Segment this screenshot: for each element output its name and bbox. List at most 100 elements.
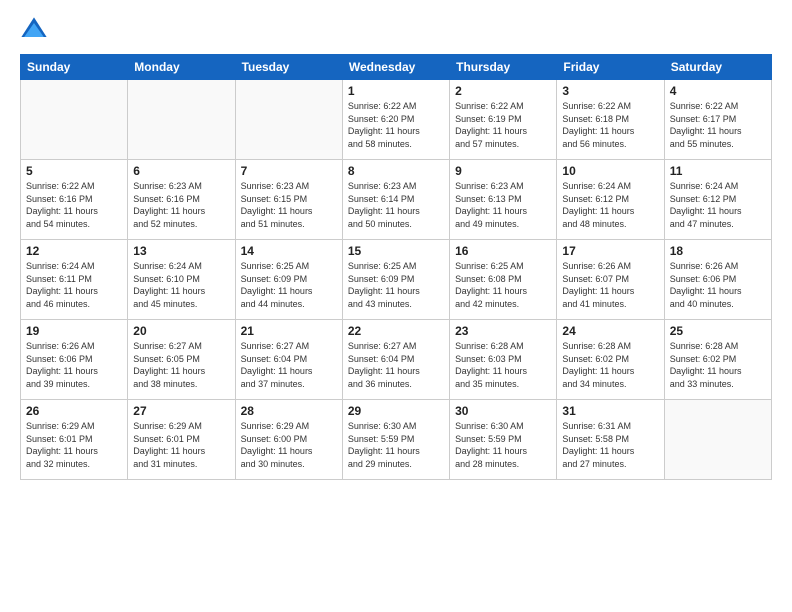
day-number: 11 xyxy=(670,164,766,178)
calendar-header-thursday: Thursday xyxy=(450,55,557,80)
calendar-cell: 1 Sunrise: 6:22 AMSunset: 6:20 PMDaylight… xyxy=(342,80,449,160)
calendar-header-saturday: Saturday xyxy=(664,55,771,80)
day-info: Sunrise: 6:23 AMSunset: 6:13 PMDaylight:… xyxy=(455,180,551,230)
day-info: Sunrise: 6:28 AMSunset: 6:02 PMDaylight:… xyxy=(670,340,766,390)
day-info: Sunrise: 6:25 AMSunset: 6:08 PMDaylight:… xyxy=(455,260,551,310)
day-info: Sunrise: 6:22 AMSunset: 6:17 PMDaylight:… xyxy=(670,100,766,150)
day-number: 15 xyxy=(348,244,444,258)
day-number: 21 xyxy=(241,324,337,338)
calendar-cell: 12Sunrise: 6:24 AMSunset: 6:11 PMDayligh… xyxy=(21,240,128,320)
day-info: Sunrise: 6:29 AMSunset: 6:01 PMDaylight:… xyxy=(26,420,122,470)
calendar-cell: 26 Sunrise: 6:29 AMSunset: 6:01 PMDayligh… xyxy=(21,400,128,480)
day-number: 29 xyxy=(348,404,444,418)
day-info: Sunrise: 6:30 AMSunset: 5:59 PMDaylight:… xyxy=(455,420,551,470)
day-number: 18 xyxy=(670,244,766,258)
day-number: 13 xyxy=(133,244,229,258)
calendar-cell: 3 Sunrise: 6:22 AMSunset: 6:18 PMDaylight… xyxy=(557,80,664,160)
day-number: 8 xyxy=(348,164,444,178)
calendar-week-1: 5 Sunrise: 6:22 AMSunset: 6:16 PMDaylight… xyxy=(21,160,772,240)
logo-icon xyxy=(20,16,48,44)
calendar-cell: 29 Sunrise: 6:30 AMSunset: 5:59 PMDayligh… xyxy=(342,400,449,480)
day-number: 19 xyxy=(26,324,122,338)
calendar-cell: 25 Sunrise: 6:28 AMSunset: 6:02 PMDayligh… xyxy=(664,320,771,400)
day-info: Sunrise: 6:25 AMSunset: 6:09 PMDaylight:… xyxy=(348,260,444,310)
day-info: Sunrise: 6:25 AMSunset: 6:09 PMDaylight:… xyxy=(241,260,337,310)
day-info: Sunrise: 6:28 AMSunset: 6:03 PMDaylight:… xyxy=(455,340,551,390)
calendar-week-2: 12Sunrise: 6:24 AMSunset: 6:11 PMDayligh… xyxy=(21,240,772,320)
calendar-cell xyxy=(21,80,128,160)
calendar-cell: 27 Sunrise: 6:29 AMSunset: 6:01 PMDayligh… xyxy=(128,400,235,480)
day-info: Sunrise: 6:26 AMSunset: 6:06 PMDaylight:… xyxy=(670,260,766,310)
day-number: 2 xyxy=(455,84,551,98)
day-number: 31 xyxy=(562,404,658,418)
calendar-cell: 24 Sunrise: 6:28 AMSunset: 6:02 PMDayligh… xyxy=(557,320,664,400)
page: SundayMondayTuesdayWednesdayThursdayFrid… xyxy=(0,0,792,612)
day-info: Sunrise: 6:27 AMSunset: 6:04 PMDaylight:… xyxy=(348,340,444,390)
calendar-week-4: 26 Sunrise: 6:29 AMSunset: 6:01 PMDayligh… xyxy=(21,400,772,480)
day-info: Sunrise: 6:22 AMSunset: 6:16 PMDaylight:… xyxy=(26,180,122,230)
day-number: 17 xyxy=(562,244,658,258)
calendar-cell: 21 Sunrise: 6:27 AMSunset: 6:04 PMDayligh… xyxy=(235,320,342,400)
day-info: Sunrise: 6:23 AMSunset: 6:15 PMDaylight:… xyxy=(241,180,337,230)
calendar-cell: 11 Sunrise: 6:24 AMSunset: 6:12 PMDayligh… xyxy=(664,160,771,240)
calendar-cell: 2 Sunrise: 6:22 AMSunset: 6:19 PMDaylight… xyxy=(450,80,557,160)
day-number: 20 xyxy=(133,324,229,338)
calendar: SundayMondayTuesdayWednesdayThursdayFrid… xyxy=(20,54,772,480)
day-number: 1 xyxy=(348,84,444,98)
calendar-cell: 5 Sunrise: 6:22 AMSunset: 6:16 PMDaylight… xyxy=(21,160,128,240)
calendar-week-3: 19 Sunrise: 6:26 AMSunset: 6:06 PMDayligh… xyxy=(21,320,772,400)
calendar-cell: 18 Sunrise: 6:26 AMSunset: 6:06 PMDayligh… xyxy=(664,240,771,320)
day-number: 10 xyxy=(562,164,658,178)
day-info: Sunrise: 6:22 AMSunset: 6:18 PMDaylight:… xyxy=(562,100,658,150)
day-info: Sunrise: 6:26 AMSunset: 6:06 PMDaylight:… xyxy=(26,340,122,390)
calendar-cell: 22 Sunrise: 6:27 AMSunset: 6:04 PMDayligh… xyxy=(342,320,449,400)
day-info: Sunrise: 6:24 AMSunset: 6:12 PMDaylight:… xyxy=(670,180,766,230)
day-number: 9 xyxy=(455,164,551,178)
calendar-header-tuesday: Tuesday xyxy=(235,55,342,80)
calendar-cell xyxy=(235,80,342,160)
calendar-cell: 31 Sunrise: 6:31 AMSunset: 5:58 PMDayligh… xyxy=(557,400,664,480)
calendar-cell: 4Sunrise: 6:22 AMSunset: 6:17 PMDaylight… xyxy=(664,80,771,160)
day-number: 7 xyxy=(241,164,337,178)
day-info: Sunrise: 6:31 AMSunset: 5:58 PMDaylight:… xyxy=(562,420,658,470)
day-number: 3 xyxy=(562,84,658,98)
calendar-week-0: 1 Sunrise: 6:22 AMSunset: 6:20 PMDaylight… xyxy=(21,80,772,160)
calendar-cell: 15 Sunrise: 6:25 AMSunset: 6:09 PMDayligh… xyxy=(342,240,449,320)
calendar-cell: 16 Sunrise: 6:25 AMSunset: 6:08 PMDayligh… xyxy=(450,240,557,320)
day-info: Sunrise: 6:29 AMSunset: 6:00 PMDaylight:… xyxy=(241,420,337,470)
day-number: 16 xyxy=(455,244,551,258)
day-number: 27 xyxy=(133,404,229,418)
calendar-cell: 7 Sunrise: 6:23 AMSunset: 6:15 PMDaylight… xyxy=(235,160,342,240)
day-number: 22 xyxy=(348,324,444,338)
day-number: 23 xyxy=(455,324,551,338)
day-info: Sunrise: 6:29 AMSunset: 6:01 PMDaylight:… xyxy=(133,420,229,470)
calendar-header-sunday: Sunday xyxy=(21,55,128,80)
logo xyxy=(20,16,52,44)
day-number: 30 xyxy=(455,404,551,418)
day-info: Sunrise: 6:28 AMSunset: 6:02 PMDaylight:… xyxy=(562,340,658,390)
calendar-cell xyxy=(664,400,771,480)
day-number: 24 xyxy=(562,324,658,338)
day-number: 5 xyxy=(26,164,122,178)
header xyxy=(20,16,772,44)
calendar-header-friday: Friday xyxy=(557,55,664,80)
calendar-cell: 8Sunrise: 6:23 AMSunset: 6:14 PMDaylight… xyxy=(342,160,449,240)
calendar-cell: 30 Sunrise: 6:30 AMSunset: 5:59 PMDayligh… xyxy=(450,400,557,480)
calendar-header-row: SundayMondayTuesdayWednesdayThursdayFrid… xyxy=(21,55,772,80)
calendar-cell: 13Sunrise: 6:24 AMSunset: 6:10 PMDayligh… xyxy=(128,240,235,320)
calendar-header-wednesday: Wednesday xyxy=(342,55,449,80)
day-number: 25 xyxy=(670,324,766,338)
day-info: Sunrise: 6:23 AMSunset: 6:16 PMDaylight:… xyxy=(133,180,229,230)
calendar-cell: 14Sunrise: 6:25 AMSunset: 6:09 PMDayligh… xyxy=(235,240,342,320)
day-number: 26 xyxy=(26,404,122,418)
day-info: Sunrise: 6:24 AMSunset: 6:12 PMDaylight:… xyxy=(562,180,658,230)
calendar-cell: 6Sunrise: 6:23 AMSunset: 6:16 PMDaylight… xyxy=(128,160,235,240)
day-info: Sunrise: 6:27 AMSunset: 6:04 PMDaylight:… xyxy=(241,340,337,390)
day-info: Sunrise: 6:30 AMSunset: 5:59 PMDaylight:… xyxy=(348,420,444,470)
day-info: Sunrise: 6:22 AMSunset: 6:19 PMDaylight:… xyxy=(455,100,551,150)
calendar-cell: 10 Sunrise: 6:24 AMSunset: 6:12 PMDayligh… xyxy=(557,160,664,240)
day-number: 12 xyxy=(26,244,122,258)
day-info: Sunrise: 6:22 AMSunset: 6:20 PMDaylight:… xyxy=(348,100,444,150)
day-info: Sunrise: 6:27 AMSunset: 6:05 PMDaylight:… xyxy=(133,340,229,390)
calendar-header-monday: Monday xyxy=(128,55,235,80)
